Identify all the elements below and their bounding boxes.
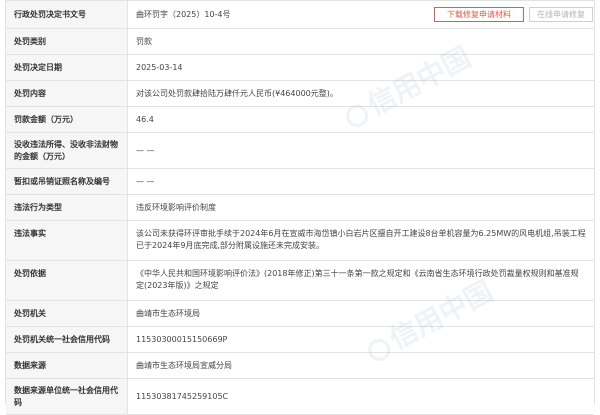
online-repair-application-button[interactable]: 在线申请修复 — [529, 7, 593, 22]
value-decision-number: 曲环罚字（2025）10-4号 — [136, 9, 231, 19]
value-data-source: 曲靖市生态环境局宣威分局 — [136, 360, 232, 370]
row-fine-amount: 罚款金额（万元） 46.4 — [6, 107, 594, 133]
value-penalty-category: 罚款 — [136, 36, 152, 46]
penalty-info-table: 行政处罚决定书文号 曲环罚字（2025）10-4号 下载修复申请材料 在线申请修… — [5, 0, 595, 415]
label-penalty-category: 处罚类别 — [6, 29, 128, 54]
row-data-source: 数据来源 曲靖市生态环境局宣威分局 — [6, 353, 594, 379]
row-penalty-authority: 处罚机关 曲靖市生态环境局 — [6, 301, 594, 327]
row-penalty-category: 处罚类别 罚款 — [6, 29, 594, 55]
value-license-revocation: — — — [136, 176, 155, 186]
label-decision-number: 行政处罚决定书文号 — [6, 1, 128, 28]
row-penalty-content: 处罚内容 对该公司处罚款肆拾陆万肆仟元人民币(¥464000元整)。 — [6, 81, 594, 107]
label-penalty-basis: 处罚依据 — [6, 261, 128, 300]
label-fine-amount: 罚款金额（万元） — [6, 107, 128, 132]
label-violation-type: 违法行为类型 — [6, 195, 128, 220]
row-license-revocation: 暂扣或吊销证照名称及编号 — — — [6, 169, 594, 195]
row-violation-type: 违法行为类型 违反环境影响评价制度 — [6, 195, 594, 221]
label-penalty-content: 处罚内容 — [6, 81, 128, 106]
value-confiscation-amount: — — — [136, 145, 155, 155]
label-authority-credit-code: 处罚机关统一社会信用代码 — [6, 327, 128, 352]
value-decision-date: 2025-03-14 — [136, 62, 183, 72]
label-data-source: 数据来源 — [6, 353, 128, 378]
value-violation-facts: 该公司未获得环评审批手续于2024年6月在宣威市海岱镇小白岩片区擅自开工建设8台… — [136, 229, 586, 250]
row-confiscation-amount: 没收违法所得、没收非法财物的金额（万元） — — — [6, 133, 594, 169]
value-penalty-basis: 《中华人民共和国环境影响评价法》(2018年修正)第三十一条第一款之规定和《云南… — [136, 269, 579, 290]
value-source-credit-code: 11530381745259105C — [136, 391, 229, 401]
label-confiscation-amount: 没收违法所得、没收非法财物的金额（万元） — [6, 133, 128, 168]
row-authority-credit-code: 处罚机关统一社会信用代码 11530300015150669P — [6, 327, 594, 353]
row-source-credit-code: 数据来源单位统一社会信用代码 11530381745259105C — [6, 379, 594, 415]
label-penalty-authority: 处罚机关 — [6, 301, 128, 326]
value-authority-credit-code: 11530300015150669P — [136, 334, 228, 344]
value-penalty-authority: 曲靖市生态环境局 — [136, 308, 200, 318]
label-source-credit-code: 数据来源单位统一社会信用代码 — [6, 379, 128, 414]
row-decision-number: 行政处罚决定书文号 曲环罚字（2025）10-4号 下载修复申请材料 在线申请修… — [6, 1, 594, 29]
value-violation-type: 违反环境影响评价制度 — [136, 202, 216, 212]
download-repair-materials-button[interactable]: 下载修复申请材料 — [434, 7, 524, 22]
row-violation-facts: 违法事实 该公司未获得环评审批手续于2024年6月在宣威市海岱镇小白岩片区擅自开… — [6, 221, 594, 261]
label-violation-facts: 违法事实 — [6, 221, 128, 260]
value-penalty-content: 对该公司处罚款肆拾陆万肆仟元人民币(¥464000元整)。 — [136, 88, 338, 98]
row-decision-date: 处罚决定日期 2025-03-14 — [6, 55, 594, 81]
row-penalty-basis: 处罚依据 《中华人民共和国环境影响评价法》(2018年修正)第三十一条第一款之规… — [6, 261, 594, 301]
label-license-revocation: 暂扣或吊销证照名称及编号 — [6, 169, 128, 194]
label-decision-date: 处罚决定日期 — [6, 55, 128, 80]
value-fine-amount: 46.4 — [136, 114, 154, 124]
